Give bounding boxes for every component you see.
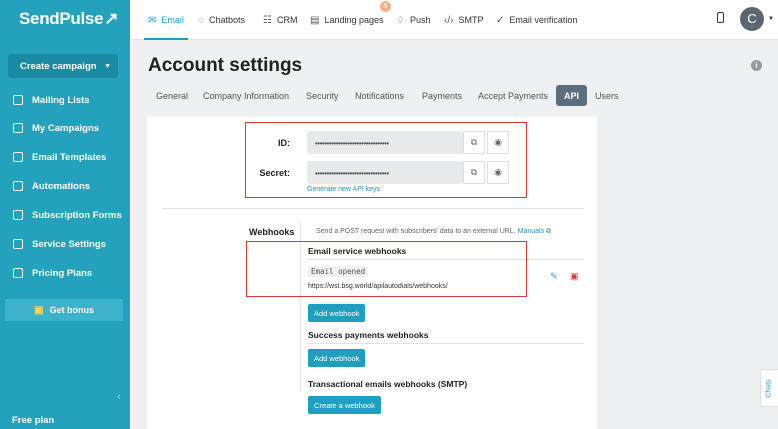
nav-tab-label: Email verification (509, 15, 578, 25)
nav-tab-chatbots[interactable]: ◌ Chatbots (198, 0, 245, 40)
sidebar-item-label: Email Templates (32, 151, 107, 163)
chatbot-icon: ◌ (198, 14, 204, 26)
settings-icon (13, 239, 23, 249)
add-webhook-button[interactable]: Add webhook (308, 349, 366, 367)
template-icon (13, 152, 23, 162)
chats-widget[interactable]: Chats (760, 369, 778, 407)
form-icon (13, 210, 23, 220)
nav-tab-email-verification[interactable]: ✓ Email verification (496, 0, 577, 40)
tab-security[interactable]: Security (306, 85, 339, 106)
tab-general[interactable]: General (156, 85, 188, 106)
webhooks-label: Webhooks (249, 227, 295, 237)
tab-notifications[interactable]: Notifications (355, 85, 404, 106)
webhooks-description: Send a POST request with subscribers' da… (316, 228, 551, 236)
highlight-box-api-keys (245, 122, 527, 198)
divider (162, 208, 584, 209)
sidebar-item-label: My Campaigns (32, 122, 100, 134)
collapse-sidebar-icon[interactable]: ‹ (117, 391, 121, 403)
create-campaign-button[interactable]: Create campaign ▼ (8, 54, 118, 78)
sidebar-item-service-settings[interactable]: Service Settings (0, 233, 130, 255)
landing-page-icon: ▤ (310, 14, 320, 26)
smtp-webhooks-heading: Transactional emails webhooks (SMTP) (308, 379, 468, 389)
nav-tab-label: Landing pages (324, 15, 384, 25)
pricing-icon (13, 268, 23, 278)
sidebar-item-label: Pricing Plans (32, 267, 93, 279)
edit-icon[interactable]: ✎ (550, 271, 558, 282)
trash-icon[interactable]: ▣ (570, 271, 579, 282)
campaign-icon (13, 123, 23, 133)
chats-label: Chats (766, 378, 774, 398)
sidebar-item-automations[interactable]: Automations (0, 175, 130, 197)
nav-tab-label: Push (409, 15, 431, 25)
sidebar-item-label: Mailing Lists (32, 94, 90, 106)
crm-icon: ☷ (263, 14, 272, 26)
sidebar-item-label: Subscription Forms (32, 209, 122, 221)
create-campaign-label: Create campaign (20, 60, 97, 72)
nav-tab-email[interactable]: ✉ Email (144, 0, 188, 40)
info-icon[interactable]: i (751, 60, 762, 71)
notification-badge: 8 (380, 1, 391, 12)
create-webhook-button[interactable]: Create a webhook (308, 396, 381, 414)
nav-tab-label: Email (161, 15, 184, 25)
logo[interactable]: SendPulse↗ (19, 9, 118, 29)
tab-payments[interactable]: Payments (422, 85, 462, 106)
tab-users[interactable]: Users (595, 85, 619, 106)
logo-mark-icon: ↗ (104, 9, 119, 28)
logo-text: SendPulse (19, 9, 104, 28)
check-circle-icon: ✓ (496, 14, 505, 26)
sidebar-item-email-templates[interactable]: Email Templates (0, 146, 130, 168)
automation-icon (13, 181, 23, 191)
sidebar: SendPulse↗ Create campaign ▼ Mailing Lis… (0, 0, 130, 429)
code-icon: ‹/› (444, 14, 454, 26)
manuals-link[interactable]: Manuals ⧉ (518, 228, 551, 235)
nav-tab-push[interactable]: ♢ Push (396, 0, 430, 40)
tab-accept-payments[interactable]: Accept Payments (478, 85, 548, 106)
nav-tab-label: CRM (276, 15, 298, 25)
sidebar-item-subscription-forms[interactable]: Subscription Forms (0, 204, 130, 226)
divider (307, 343, 584, 344)
add-webhook-button[interactable]: Add webhook (308, 304, 366, 322)
get-bonus-button[interactable]: ▣ Get bonus (5, 299, 123, 321)
payments-webhooks-heading: Success payments webhooks (308, 330, 429, 340)
top-navigation: ✉ Email ◌ Chatbots ☷ CRM ▤ Landing pages 8 ♢… (130, 0, 778, 40)
email-icon: ✉ (148, 14, 157, 26)
chevron-down-icon: ▼ (104, 62, 111, 70)
webhooks-description-text: Send a POST request with subscribers' da… (316, 228, 516, 235)
nav-tab-label: Chatbots (208, 15, 245, 25)
sidebar-item-label: Automations (32, 180, 91, 192)
mobile-icon[interactable] (717, 12, 724, 23)
get-bonus-label: Get bonus (49, 305, 94, 315)
avatar[interactable]: C (740, 7, 764, 31)
nav-tab-smtp[interactable]: ‹/› SMTP (444, 0, 483, 40)
gift-icon: ▣ (34, 304, 44, 316)
highlight-box-webhook (246, 241, 527, 297)
bell-icon: ♢ (396, 14, 405, 26)
sidebar-item-label: Service Settings (32, 238, 106, 250)
tab-api[interactable]: API (556, 85, 588, 106)
sidebar-item-my-campaigns[interactable]: My Campaigns (0, 117, 130, 139)
tab-company-information[interactable]: Company Information (203, 85, 289, 106)
nav-tab-landing-pages[interactable]: ▤ Landing pages (310, 0, 384, 40)
sidebar-item-pricing-plans[interactable]: Pricing Plans (0, 262, 130, 284)
list-icon (13, 95, 23, 105)
nav-tab-label: SMTP (458, 15, 484, 25)
nav-tab-crm[interactable]: ☷ CRM (263, 0, 297, 40)
plan-label: Free plan (12, 415, 55, 426)
sidebar-item-mailing-lists[interactable]: Mailing Lists (0, 89, 130, 111)
chevron-down-icon[interactable]: ▼ (768, 16, 774, 22)
page-title: Account settings (148, 55, 303, 76)
